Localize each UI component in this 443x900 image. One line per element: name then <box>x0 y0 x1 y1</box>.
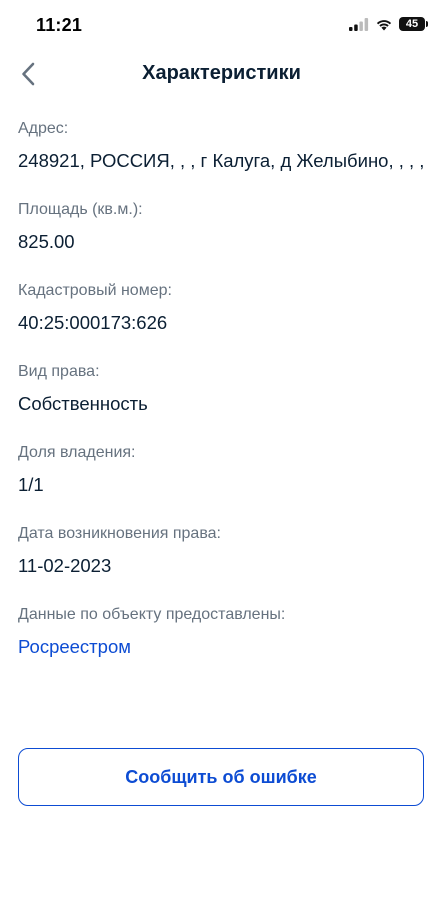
field-value: Собственность <box>18 393 148 414</box>
field-label: Данные по объекту предоставлены: <box>18 606 286 623</box>
field-right-date: Дата возникновения права: 11-02-2023 <box>18 523 428 578</box>
field-cadastral-number: Кадастровый номер: 40:25:000173:626 <box>18 280 428 335</box>
status-bar: 11:21 45 <box>0 0 443 52</box>
field-label: Доля владения: <box>18 444 136 461</box>
wifi-icon <box>376 19 392 30</box>
field-label: Адрес: <box>18 120 69 137</box>
field-value: 1/1 <box>18 474 44 495</box>
field-area: Площадь (кв.м.): 825.00 <box>18 199 428 254</box>
page-title: Характеристики <box>142 62 301 84</box>
header: Характеристики <box>0 52 443 96</box>
field-ownership-share: Доля владения: 1/1 <box>18 442 428 497</box>
signal-icon <box>349 17 369 31</box>
field-label: Дата возникновения права: <box>18 525 221 542</box>
battery-icon: 45 <box>399 17 428 31</box>
characteristics-list: Адрес: 248921, РОССИЯ, , , г Калуга, д Ж… <box>18 118 428 685</box>
status-icons: 45 <box>349 17 428 31</box>
field-right-type: Вид права: Собственность <box>18 361 428 416</box>
field-address: Адрес: 248921, РОССИЯ, , , г Калуга, д Ж… <box>18 118 428 173</box>
field-label: Кадастровый номер: <box>18 282 172 299</box>
status-time: 11:21 <box>36 15 83 35</box>
field-value: 11-02-2023 <box>18 555 112 576</box>
field-value: 40:25:000173:626 <box>18 312 168 333</box>
field-label: Вид права: <box>18 363 100 380</box>
report-error-button[interactable]: Сообщить об ошибке <box>18 748 424 806</box>
field-label: Площадь (кв.м.): <box>18 201 143 218</box>
battery-level: 45 <box>405 18 419 30</box>
field-value: 825.00 <box>18 231 75 252</box>
rosreestr-link[interactable]: Росреестром <box>18 634 131 659</box>
field-data-source: Данные по объекту предоставлены: Росреес… <box>18 604 428 659</box>
field-value: 248921, РОССИЯ, , , г Калуга, д Желыбино… <box>18 150 425 171</box>
